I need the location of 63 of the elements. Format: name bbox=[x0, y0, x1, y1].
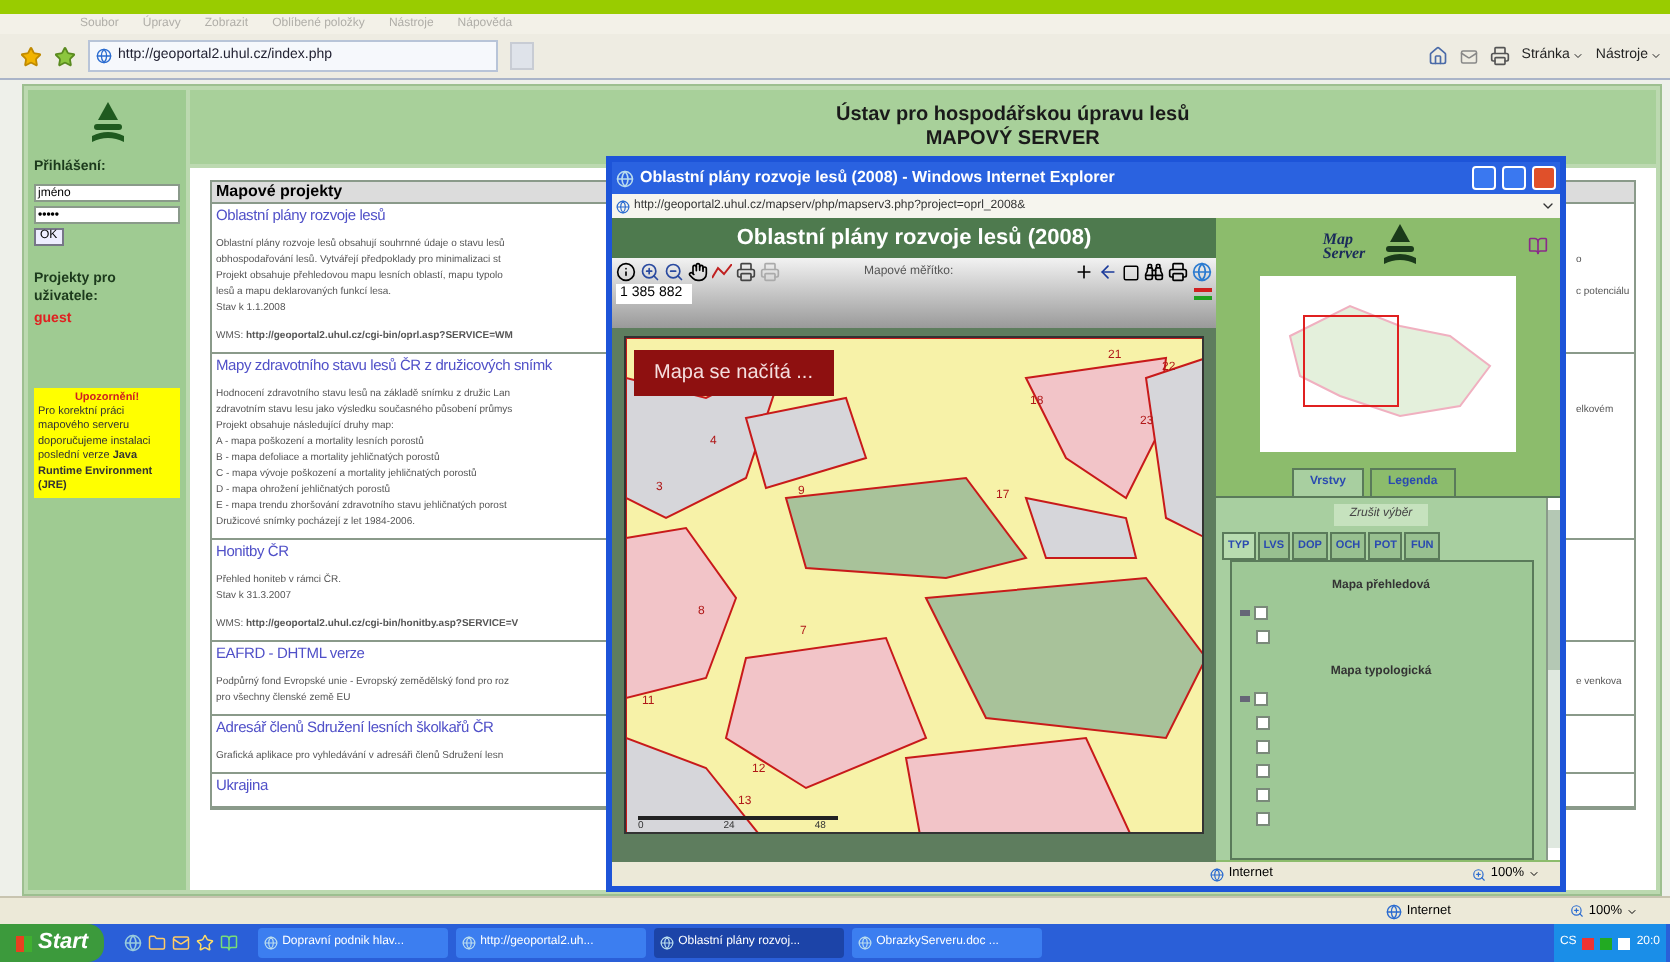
mail-icon[interactable] bbox=[172, 934, 191, 952]
globe-icon[interactable] bbox=[1192, 262, 1212, 282]
back-arrow-icon[interactable] bbox=[1098, 262, 1118, 282]
feed-icon[interactable] bbox=[1459, 47, 1478, 65]
logo-text: Map bbox=[1322, 232, 1353, 246]
favorites-star-icon[interactable] bbox=[20, 45, 42, 67]
dropdown-icon[interactable] bbox=[1540, 198, 1556, 214]
logo-text: Server bbox=[1322, 246, 1366, 260]
caret-icon bbox=[1528, 868, 1540, 880]
measure-icon[interactable] bbox=[712, 264, 732, 280]
ie-page-icon bbox=[616, 199, 630, 213]
zoom-icon bbox=[1472, 867, 1487, 881]
maximize-button[interactable] bbox=[1502, 166, 1526, 190]
window-icon bbox=[462, 936, 477, 950]
layers-icon bbox=[1239, 610, 1249, 617]
checkbox[interactable] bbox=[1255, 630, 1269, 645]
tree-logo-icon bbox=[1381, 224, 1418, 268]
tree-logo-icon bbox=[89, 102, 125, 146]
globe-icon bbox=[1210, 867, 1225, 881]
binoculars-icon[interactable] bbox=[1144, 262, 1164, 282]
checkbox[interactable] bbox=[1255, 812, 1269, 827]
loading-banner: Mapa se načítá ... bbox=[634, 350, 833, 396]
home-icon[interactable] bbox=[1427, 46, 1448, 66]
caret-icon bbox=[1650, 50, 1662, 62]
header-subtitle: MAPOVÝ SERVER bbox=[925, 127, 1100, 151]
star-icon[interactable] bbox=[196, 934, 215, 952]
windows-logo-icon bbox=[16, 935, 32, 951]
layers-icon bbox=[1239, 696, 1249, 703]
window-icon bbox=[660, 936, 675, 950]
browser-icon[interactable] bbox=[124, 934, 143, 952]
checkbox[interactable] bbox=[1255, 764, 1269, 779]
folder-icon[interactable] bbox=[148, 934, 167, 952]
close-button[interactable] bbox=[1532, 166, 1556, 190]
zoom-icon bbox=[1570, 904, 1585, 918]
window-icon bbox=[858, 936, 873, 950]
checkbox[interactable] bbox=[1255, 788, 1269, 803]
book-icon[interactable] bbox=[1528, 236, 1549, 256]
refresh-arrows-icon[interactable] bbox=[1194, 286, 1212, 302]
header-title: Ústav pro hospodářskou úpravu lesů bbox=[835, 103, 1190, 126]
start-button[interactable]: Start bbox=[0, 924, 105, 962]
ie-page-icon bbox=[96, 48, 112, 64]
caret-icon bbox=[1626, 905, 1638, 917]
plus-icon[interactable] bbox=[1074, 262, 1094, 282]
add-favorite-icon[interactable] bbox=[54, 45, 76, 67]
checkbox[interactable] bbox=[1253, 606, 1267, 621]
minimize-button[interactable] bbox=[1472, 166, 1496, 190]
zoom-in-icon[interactable] bbox=[640, 262, 660, 282]
globe-icon bbox=[1386, 903, 1403, 919]
select-box-icon[interactable] bbox=[1122, 263, 1140, 281]
ie-icon bbox=[616, 169, 634, 187]
map-title: Oblastní plány rozvoje lesů (2008) bbox=[612, 218, 1216, 258]
info-icon[interactable] bbox=[616, 262, 636, 282]
print-icon[interactable] bbox=[1168, 262, 1188, 282]
print-icon[interactable] bbox=[1489, 46, 1510, 66]
checkbox[interactable] bbox=[1255, 716, 1269, 731]
scroll-thumb[interactable] bbox=[1548, 510, 1560, 670]
zoom-out-icon[interactable] bbox=[664, 262, 684, 282]
caret-icon bbox=[1571, 50, 1584, 62]
pan-icon[interactable] bbox=[688, 262, 708, 282]
checkbox[interactable] bbox=[1253, 692, 1267, 707]
window-icon bbox=[264, 936, 279, 950]
print-icon[interactable] bbox=[736, 262, 756, 282]
checkbox[interactable] bbox=[1255, 740, 1269, 755]
